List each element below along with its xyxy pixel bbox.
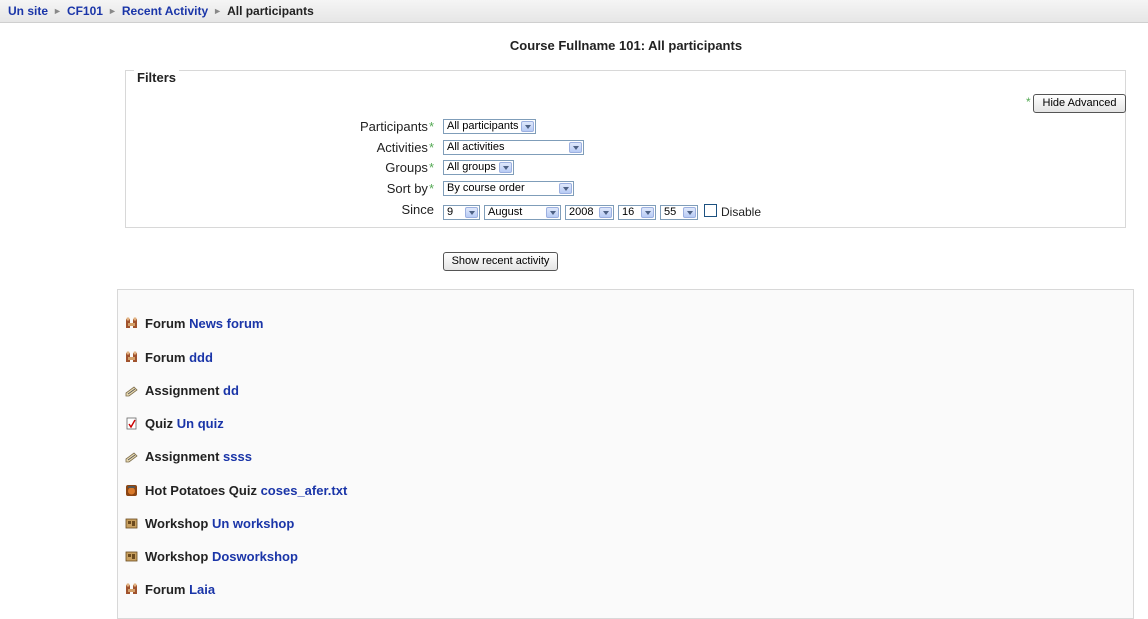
activity-item: Forum ddd [125, 350, 213, 366]
activity-link[interactable]: dd [223, 383, 239, 398]
chevron-down-icon [465, 207, 478, 218]
activity-type: Workshop [145, 516, 209, 531]
activity-link[interactable]: Un workshop [212, 516, 294, 531]
page-title: Course Fullname 101: All participants [509, 38, 743, 53]
activity-item: Workshop Dosworkshop [125, 549, 298, 565]
participants-label: Participants* [360, 119, 434, 134]
sort-by-select[interactable]: By course order [443, 181, 574, 196]
breadcrumb-current: All participants [227, 4, 314, 18]
activities-select[interactable]: All activities [443, 140, 584, 155]
activity-type: Workshop [145, 549, 209, 564]
activity-type: Assignment [145, 449, 220, 464]
chevron-down-icon [599, 207, 612, 218]
workshop-icon [125, 518, 138, 529]
breadcrumb-separator-icon: ► [107, 6, 117, 16]
activity-item: Workshop Un workshop [125, 516, 294, 532]
activity-type: Forum [145, 350, 186, 365]
chevron-down-icon [641, 207, 654, 218]
activity-list-box [117, 289, 1134, 619]
groups-select[interactable]: All groups [443, 160, 514, 175]
chevron-down-icon [683, 207, 696, 218]
sort-by-label: Sort by* [386, 181, 434, 196]
breadcrumb-link-site[interactable]: Un site [8, 4, 48, 18]
activity-link[interactable]: ddd [189, 350, 213, 365]
filters-legend: Filters [134, 70, 180, 85]
activity-link[interactable]: Laia [189, 582, 215, 597]
forum-icon [126, 583, 137, 594]
workshop-icon [125, 551, 138, 562]
chevron-down-icon [499, 162, 512, 173]
since-day-select[interactable]: 9 [443, 205, 480, 220]
since-month-select[interactable]: August [484, 205, 561, 220]
activities-label: Activities* [376, 140, 434, 155]
activity-item: Assignment dd [125, 383, 239, 399]
chevron-down-icon [559, 183, 572, 194]
forum-icon [126, 317, 137, 328]
disable-label: Disable [721, 205, 762, 219]
chevron-down-icon [546, 207, 559, 218]
breadcrumb-link-course[interactable]: CF101 [67, 4, 103, 18]
activity-item: Assignment ssss [125, 449, 252, 465]
navigation-bar: Un site ► CF101 ► Recent Activity ► All partic… [0, 0, 1148, 23]
since-year-select[interactable]: 2008 [565, 205, 614, 220]
activity-type: Forum [145, 582, 186, 597]
activity-item: Forum News forum [125, 316, 263, 332]
required-marker: * [1026, 95, 1031, 109]
activity-type: Quiz [145, 416, 174, 431]
quiz-icon [126, 417, 137, 430]
breadcrumb: Un site ► CF101 ► Recent Activity ► All partic… [8, 4, 314, 18]
breadcrumb-separator-icon: ► [53, 6, 62, 16]
participants-select[interactable]: All participants [443, 119, 536, 134]
show-recent-activity-button[interactable]: Show recent activity [443, 252, 558, 271]
since-hour-select[interactable]: 16 [618, 205, 656, 220]
disable-checkbox[interactable] [704, 204, 717, 217]
activity-type: Assignment [145, 383, 220, 398]
hotpot-icon [126, 485, 137, 496]
activity-type: Hot Potatoes Quiz [145, 483, 257, 498]
activity-item: Forum Laia [125, 582, 215, 598]
breadcrumb-link-recent-activity[interactable]: Recent Activity [122, 4, 208, 18]
chevron-down-icon [569, 142, 582, 153]
since-label: Since [401, 202, 434, 217]
assignment-icon [125, 452, 138, 463]
activity-link[interactable]: Un quiz [177, 416, 224, 431]
groups-label: Groups* [385, 160, 434, 175]
breadcrumb-separator-icon: ► [213, 6, 223, 16]
activity-link[interactable]: Dosworkshop [212, 549, 298, 564]
activity-item: Quiz Un quiz [125, 416, 224, 432]
activity-link[interactable]: News forum [189, 316, 263, 331]
chevron-down-icon [521, 121, 534, 132]
activity-link[interactable]: ssss [223, 449, 252, 464]
activity-type: Forum [145, 316, 186, 331]
assignment-icon [125, 386, 138, 397]
since-minute-select[interactable]: 55 [660, 205, 698, 220]
activity-link[interactable]: coses_afer.txt [261, 483, 348, 498]
hide-advanced-button[interactable]: Hide Advanced [1033, 94, 1126, 113]
activity-item: Hot Potatoes Quiz coses_afer.txt [125, 483, 347, 499]
forum-icon [126, 351, 137, 362]
